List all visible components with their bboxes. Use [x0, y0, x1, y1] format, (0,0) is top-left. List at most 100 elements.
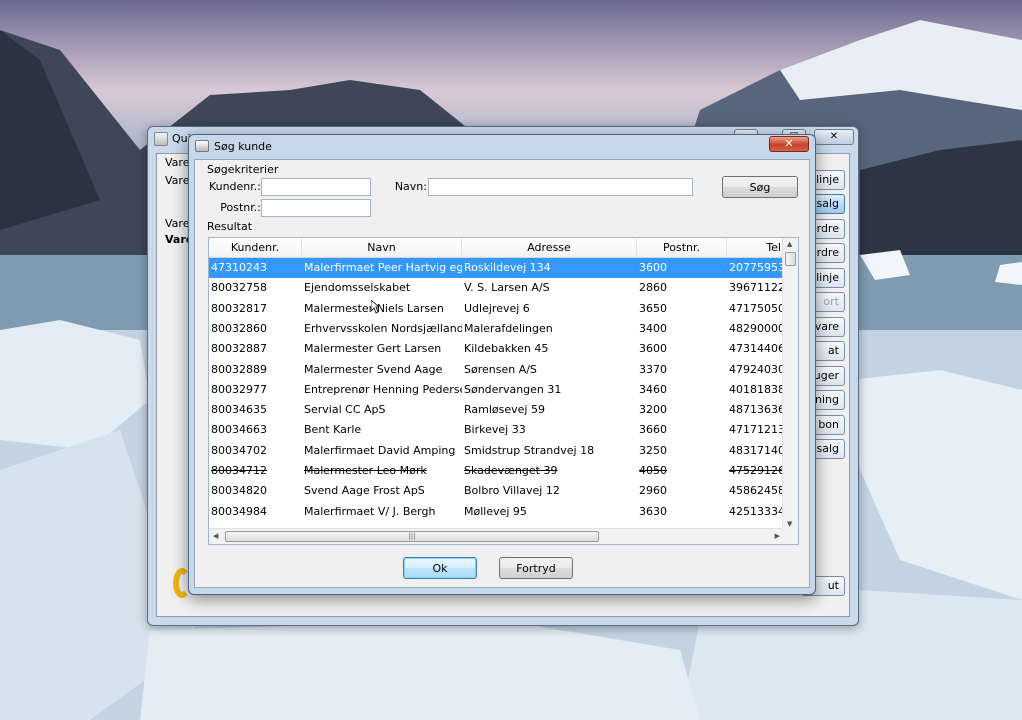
dialog-close-button[interactable]: ✕ [769, 136, 809, 152]
cell-postnr: 3200 [639, 403, 667, 417]
scroll-left-arrow-icon[interactable]: ◀ [213, 532, 218, 540]
table-row[interactable]: 47310243 Malerfirmaet Peer Hartvig eget Ro… [209, 258, 784, 278]
cell-adresse: Skadevænget 39 [464, 464, 558, 477]
cell-adresse: Ramløsevej 59 [464, 403, 545, 417]
navn-label: Navn: [394, 180, 427, 193]
cell-kundenr: 80032758 [211, 281, 267, 295]
table-header: Kundenr. Navn Adresse Postnr. Tel [209, 238, 784, 258]
table-row[interactable]: 80034702 Malerfirmaet David Amping Smidstr… [209, 441, 784, 461]
table-row[interactable]: 80034820 Svend Aage Frost ApS Bolbro Villa… [209, 481, 784, 501]
table-row[interactable]: 80032889 Malermester Svend Aage Sørensen A… [209, 360, 784, 380]
vare-label-1: Vare [165, 156, 190, 169]
horizontal-scrollbar[interactable]: ◀ ||| ▶ [209, 528, 784, 544]
cell-adresse: Bolbro Villavej 12 [464, 484, 560, 498]
kundenr-input[interactable] [261, 178, 371, 196]
cell-navn: Malermester Leo Mørk [304, 464, 427, 477]
main-close-button[interactable]: ✕ [814, 129, 854, 145]
cell-adresse: Søndervangen 31 [464, 382, 562, 396]
cell-postnr: 3250 [639, 443, 667, 457]
cell-adresse: Udlejrevej 6 [464, 301, 530, 315]
dialog-app-icon [195, 140, 209, 152]
cell-tel: 47175050 [729, 301, 784, 315]
cell-adresse: Roskildevej 134 [464, 261, 551, 274]
cell-kundenr: 80032860 [211, 321, 267, 335]
search-customer-dialog: Søg kunde ✕ Søgekriterier Kundenr.: Navn… [188, 134, 816, 595]
cell-kundenr: 47310243 [211, 261, 267, 274]
cell-kundenr: 80034712 [211, 464, 267, 477]
cell-navn: Malermester Svend Aage [304, 362, 443, 376]
column-header-tel[interactable]: Tel [727, 238, 784, 258]
cell-tel: 47314406 [729, 342, 784, 356]
scroll-right-arrow-icon[interactable]: ▶ [775, 532, 780, 540]
cell-postnr: 3370 [639, 362, 667, 376]
cell-kundenr: 80032817 [211, 301, 267, 315]
scroll-down-arrow-icon[interactable]: ▼ [787, 520, 792, 528]
cell-navn: Bent Karle [304, 423, 362, 437]
cell-postnr: 3650 [639, 301, 667, 315]
cell-navn: Malerfirmaet Peer Hartvig eget [304, 261, 462, 274]
cell-navn: Erhvervsskolen Nordsjælland [304, 321, 462, 335]
cell-kundenr: 80034663 [211, 423, 267, 437]
navn-input[interactable] [428, 178, 693, 196]
search-criteria-label: Søgekriterier [207, 163, 279, 176]
ok-button[interactable]: Ok [403, 557, 477, 579]
scroll-up-arrow-icon[interactable]: ▲ [787, 240, 792, 248]
table-row[interactable]: 80032887 Malermester Gert Larsen Kildebakk… [209, 339, 784, 359]
cell-postnr: 3600 [639, 261, 667, 274]
search-button[interactable]: Søg [722, 176, 798, 198]
cancel-button[interactable]: Fortryd [499, 557, 573, 579]
cell-postnr: 3600 [639, 342, 667, 356]
cell-kundenr: 80034702 [211, 443, 267, 457]
cell-postnr: 2960 [639, 484, 667, 498]
horizontal-scroll-thumb[interactable]: ||| [225, 531, 599, 542]
mouse-cursor-icon [371, 300, 379, 314]
table-row[interactable]: 80032817 Malermester Niels Larsen Udlejrev… [209, 299, 784, 319]
dialog-body: Søgekriterier Kundenr.: Navn: Postnr.: S… [194, 159, 810, 588]
table-row[interactable]: 80032977 Entreprenør Henning Pedersen Sønd… [209, 380, 784, 400]
cell-kundenr: 80034984 [211, 504, 267, 518]
cell-tel: 39671122 [729, 281, 784, 295]
kundenr-label: Kundenr.: [208, 180, 261, 193]
table-row[interactable]: 80034663 Bent Karle Birkevej 33 3660 4717121… [209, 420, 784, 440]
cell-postnr: 4050 [639, 464, 667, 477]
cell-tel: 48290000 [729, 321, 784, 335]
cell-navn: Entreprenør Henning Pedersen [304, 382, 462, 396]
vertical-scroll-thumb[interactable] [785, 252, 796, 266]
cell-postnr: 3460 [639, 382, 667, 396]
cell-postnr: 3630 [639, 504, 667, 518]
cell-kundenr: 80034820 [211, 484, 267, 498]
table-row[interactable]: 80034635 Servial CC ApS Ramløsevej 59 3200 4… [209, 400, 784, 420]
cell-navn: Malerfirmaet David Amping [304, 443, 456, 457]
result-label: Resultat [207, 220, 253, 233]
cell-tel: 47171213 [729, 423, 784, 437]
column-header-adresse[interactable]: Adresse [462, 238, 637, 258]
dialog-titlebar: Søg kunde ✕ [189, 135, 815, 159]
cell-navn: Servial CC ApS [304, 403, 386, 417]
table-row[interactable]: 80034984 Malerfirmaet V/ J. Bergh Møllevej… [209, 502, 784, 522]
postnr-input[interactable] [261, 199, 371, 217]
cell-tel: 47924030 [729, 362, 784, 376]
table-row[interactable]: 80032758 Ejendomsselskabet V. S. Larsen A/… [209, 278, 784, 298]
app-icon [154, 132, 168, 146]
cell-tel: 20775953 [729, 261, 784, 274]
cell-adresse: Kildebakken 45 [464, 342, 549, 356]
cell-adresse: Sørensen A/S [464, 362, 537, 376]
vare-label-3: Vare [165, 217, 190, 230]
dialog-title: Søg kunde [214, 140, 272, 153]
postnr-label: Postnr.: [220, 201, 261, 214]
vare-label-2: Vare [165, 174, 190, 187]
column-header-postnr[interactable]: Postnr. [637, 238, 727, 258]
table-row[interactable]: 80034712 Malermester Leo Mørk Skadevænget … [209, 461, 784, 481]
cell-adresse: Møllevej 95 [464, 504, 527, 518]
column-header-kundenr[interactable]: Kundenr. [209, 238, 302, 258]
cell-postnr: 3660 [639, 423, 667, 437]
cell-navn: Malermester Niels Larsen [304, 301, 444, 315]
cell-adresse: Smidstrup Strandvej 18 [464, 443, 595, 457]
cell-kundenr: 80032887 [211, 342, 267, 356]
cell-postnr: 3400 [639, 321, 667, 335]
vertical-scrollbar[interactable]: ▲ ▼ [782, 238, 798, 530]
cell-kundenr: 80032889 [211, 362, 267, 376]
column-header-navn[interactable]: Navn [302, 238, 462, 258]
table-row[interactable]: 80032860 Erhvervsskolen Nordsjælland Maler… [209, 319, 784, 339]
cell-navn: Malerfirmaet V/ J. Bergh [304, 504, 436, 518]
